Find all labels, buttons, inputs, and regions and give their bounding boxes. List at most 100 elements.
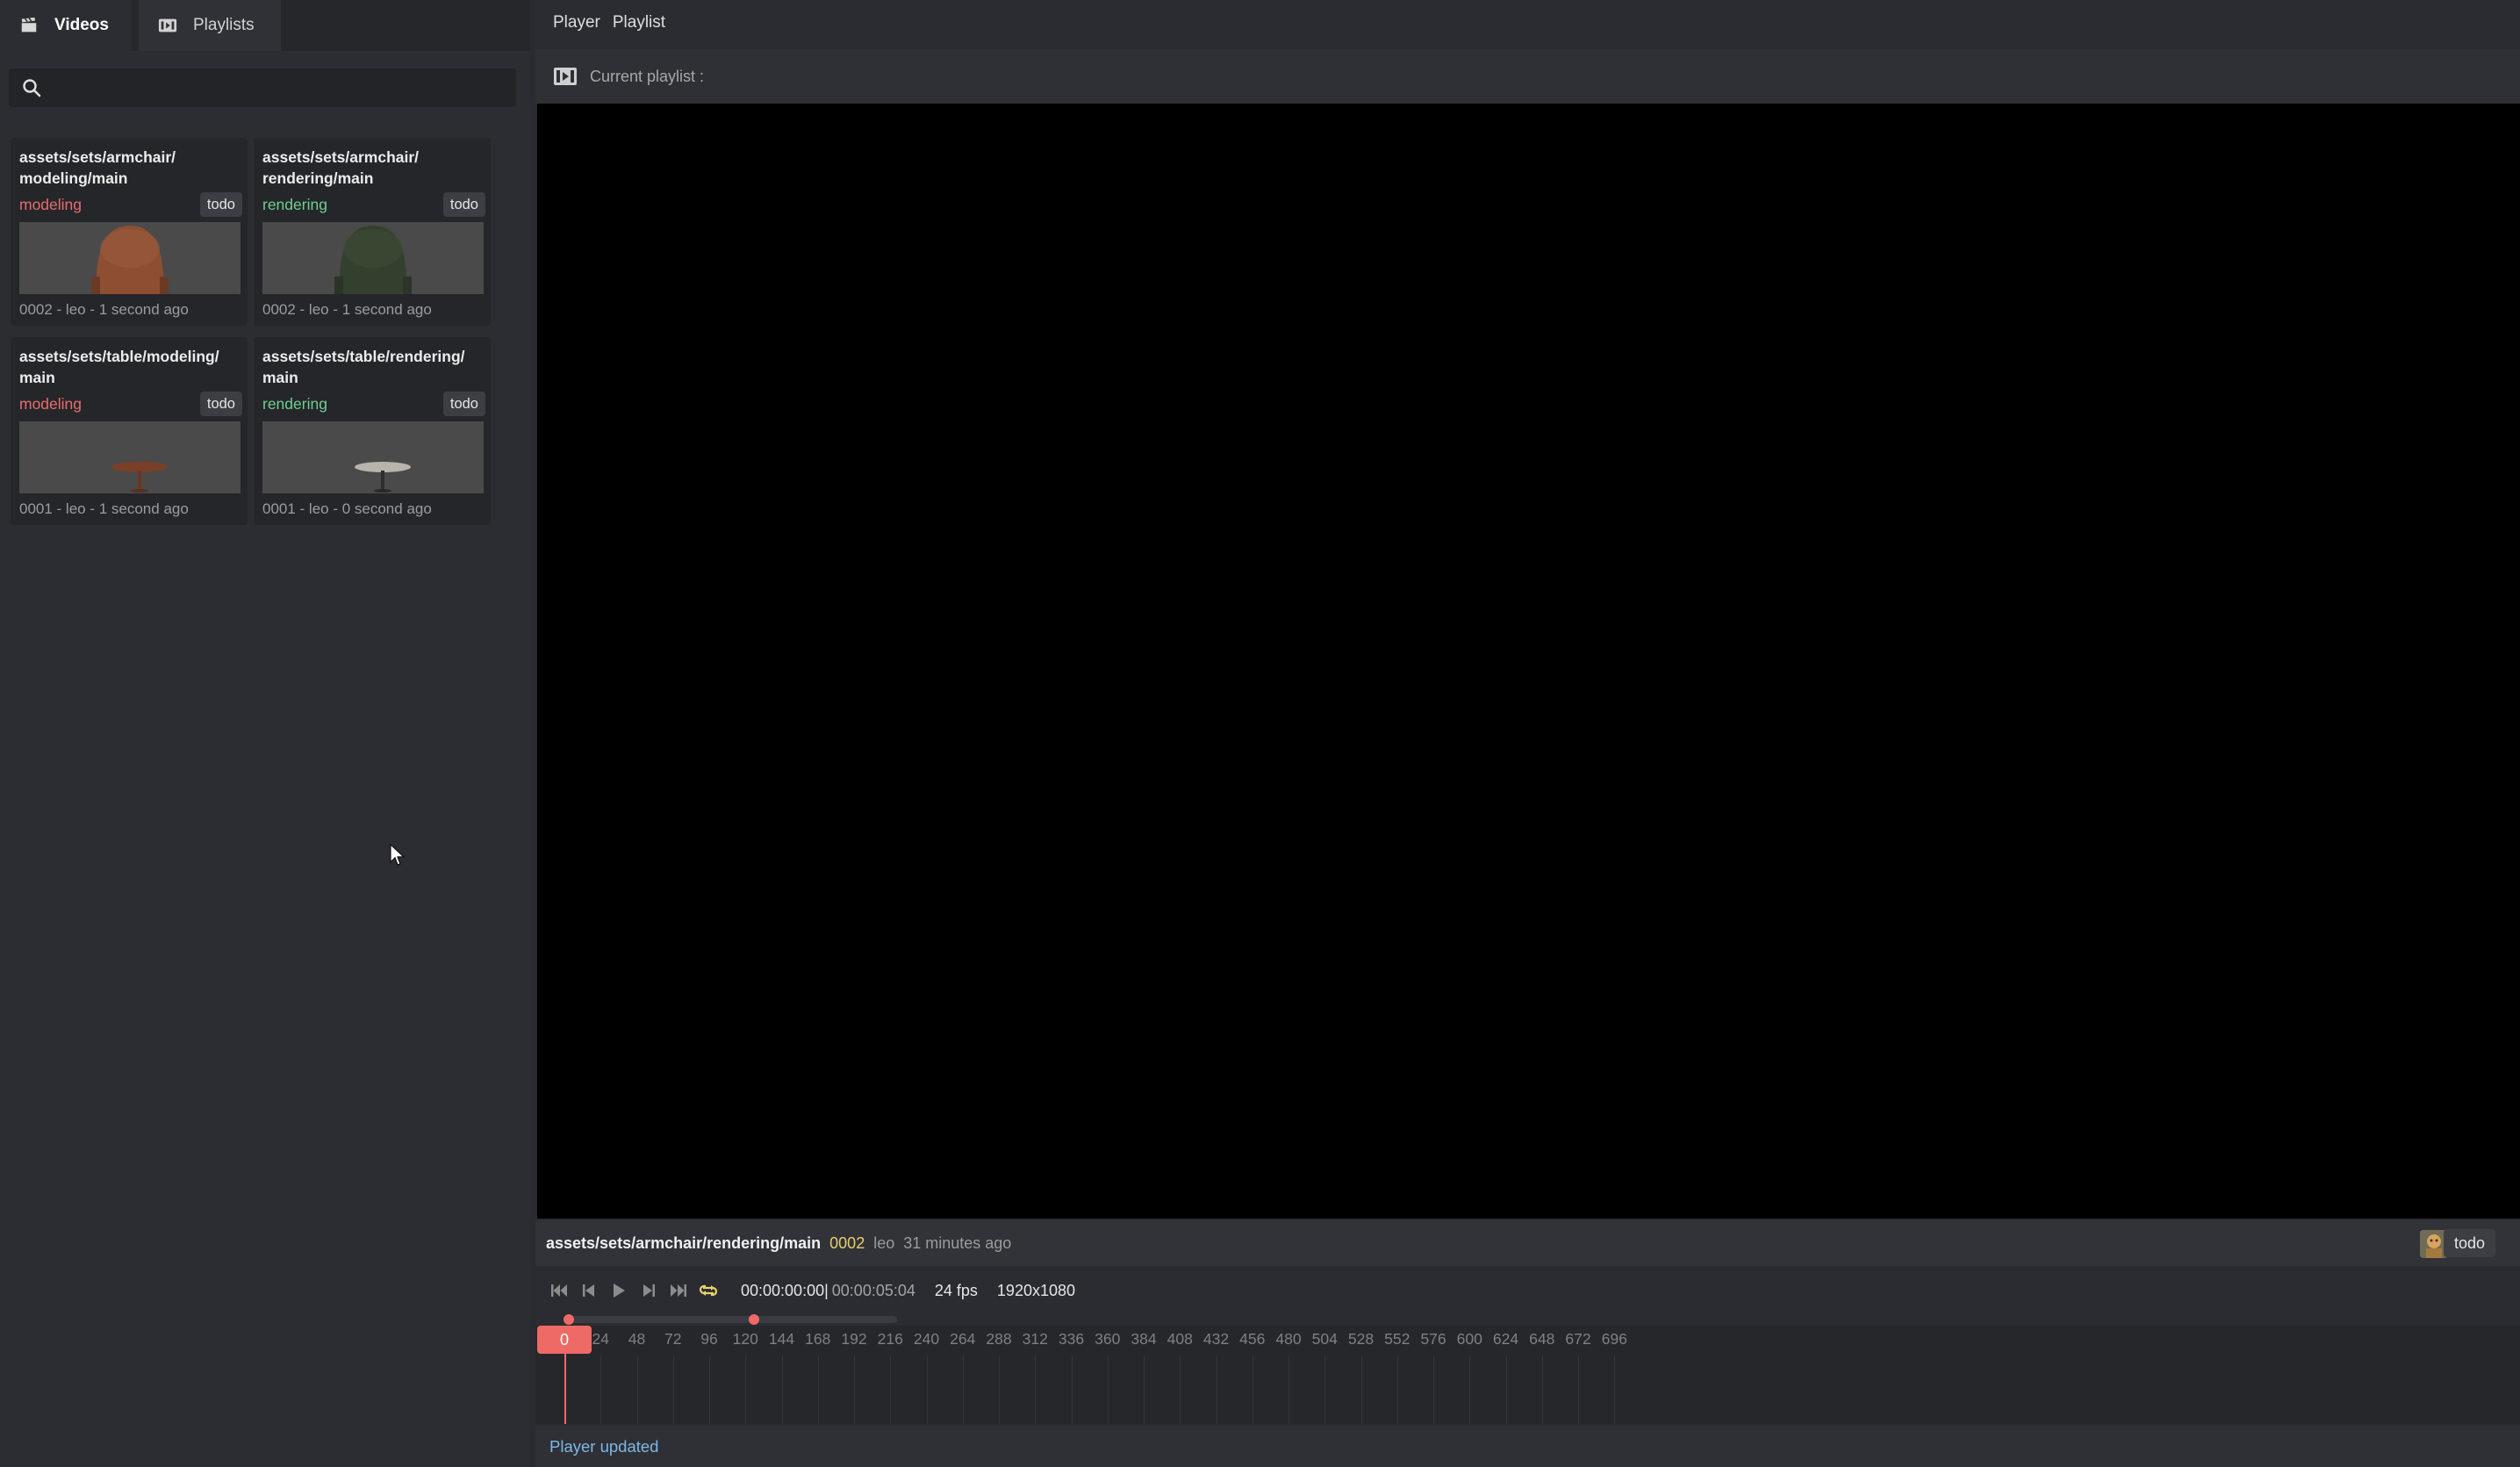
timeline-grid-line	[962, 1356, 964, 1424]
entity-info-bar: assets/sets/armchair/rendering/main 0002…	[535, 1220, 2520, 1266]
card-title: assets/sets/table/modeling/ main	[19, 348, 219, 386]
revision-time: 31 minutes ago	[903, 1233, 1012, 1252]
timeline-tick-label: 120	[732, 1330, 758, 1348]
clapperboard-icon	[21, 17, 37, 32]
armchair-thumbnail	[262, 222, 484, 294]
timeline-tick-label: 648	[1529, 1330, 1555, 1348]
status-badge[interactable]: todo	[2443, 1229, 2495, 1257]
search-input[interactable]	[9, 68, 516, 107]
tab-videos-label: Videos	[54, 16, 109, 34]
card-meta: 0001 - leo - 1 second ago	[19, 500, 189, 517]
timeline-grid-line	[1361, 1356, 1362, 1424]
card-title: assets/sets/armchair/ rendering/main	[262, 148, 420, 187]
resolution-label: 1920x1080	[996, 1281, 1076, 1299]
timeline-tick-label: 528	[1347, 1330, 1375, 1348]
timeline-tick-label: 288	[986, 1330, 1012, 1348]
current-timecode: 00:00:00:00	[741, 1281, 825, 1299]
first-frame-icon[interactable]	[549, 1281, 569, 1300]
timeline-grid-line	[1469, 1356, 1471, 1424]
card-thumbnail	[19, 222, 241, 294]
play-icon[interactable]	[609, 1281, 628, 1300]
card-meta: 0001 - leo - 0 second ago	[262, 500, 432, 517]
timeline-ruler: 24 48 72 96 120 144 168 192 216 240 264 288 312 336 36…	[535, 1326, 2520, 1354]
timeline-tick-label: 576	[1420, 1330, 1447, 1348]
mouse-cursor-icon	[390, 843, 406, 866]
playhead-line	[564, 1354, 566, 1424]
timeline-grid-line	[890, 1356, 892, 1424]
revision-number: 0002	[829, 1233, 865, 1252]
player-panel: Player Playlist Current playlist : asset…	[535, 0, 2520, 1467]
card-meta: 0002 - leo - 1 second ago	[262, 301, 432, 318]
card-status-badge: todo	[199, 392, 242, 416]
previous-frame-icon[interactable]	[579, 1281, 599, 1300]
timeline-grid-line	[926, 1356, 928, 1424]
playhead-frame[interactable]: 0	[537, 1326, 592, 1354]
tab-videos[interactable]: Videos	[0, 0, 132, 51]
timeline-grid-line	[1396, 1356, 1398, 1424]
timeline-grid-line	[1144, 1356, 1145, 1424]
armchair-thumbnail	[19, 222, 241, 294]
timeline-tick-label: 168	[805, 1330, 831, 1348]
timeline-grid-line	[1433, 1356, 1434, 1424]
video-viewport[interactable]	[537, 104, 2520, 1219]
status-bar: Player updated	[535, 1426, 2520, 1467]
frame-range-slider[interactable]	[564, 1314, 897, 1325]
card-title: assets/sets/table/rendering/ main	[262, 348, 465, 386]
timeline-grid-line	[1614, 1356, 1616, 1424]
timeline-grid-line	[1505, 1356, 1507, 1424]
current-playlist-label: Current playlist :	[590, 67, 705, 85]
timeline-grid-line	[817, 1356, 819, 1424]
last-frame-icon[interactable]	[669, 1281, 688, 1300]
playback-controls: 00:00:00:00 | 00:00:05:04 24 fps 1920x10…	[535, 1266, 2520, 1315]
timeline-grid-line	[1541, 1356, 1543, 1424]
loop-icon[interactable]	[699, 1281, 718, 1300]
card-task: modeling	[19, 395, 83, 413]
timeline-grid-line	[1035, 1356, 1037, 1424]
timeline-grid-line	[1107, 1356, 1109, 1424]
video-card-armchair-modeling[interactable]: assets/sets/armchair/ modeling/main mode…	[11, 138, 248, 326]
card-thumbnail	[262, 421, 484, 493]
timeline-tick-label: 552	[1384, 1330, 1411, 1348]
timeline-tick-label: 384	[1131, 1330, 1157, 1348]
next-frame-icon[interactable]	[639, 1281, 658, 1300]
range-end-handle[interactable]	[749, 1314, 760, 1325]
card-title: assets/sets/armchair/ modeling/main	[19, 148, 176, 187]
timecode-separator: |	[824, 1281, 829, 1299]
card-task: rendering	[262, 395, 327, 413]
card-status-badge: todo	[199, 192, 242, 217]
search-icon	[23, 79, 41, 97]
playlist-icon	[554, 68, 577, 85]
timeline-tick-label: 408	[1167, 1330, 1193, 1348]
tab-playlists[interactable]: Playlists	[139, 0, 281, 51]
timeline-tick-label: 144	[768, 1330, 795, 1348]
timeline-tick-label: 240	[913, 1330, 940, 1348]
timeline-tick-label: 480	[1275, 1330, 1302, 1348]
menu-playlist[interactable]: Playlist	[613, 13, 665, 32]
app-window: Videos Playlists assets/sets/armchair/ m…	[0, 0, 2520, 1467]
menu-player[interactable]: Player	[553, 13, 600, 32]
menu-bar: Player Playlist	[535, 0, 2520, 46]
status-message: Player updated	[549, 1436, 659, 1456]
timeline-tick-label: 600	[1456, 1330, 1483, 1348]
tab-playlists-label: Playlists	[193, 16, 255, 34]
timeline-grid-line	[1180, 1356, 1181, 1424]
timeline-tick-label: 72	[664, 1330, 682, 1348]
table-thumbnail	[262, 421, 484, 493]
video-card-armchair-rendering[interactable]: assets/sets/armchair/ rendering/main ren…	[254, 138, 491, 326]
range-start-handle[interactable]	[564, 1314, 574, 1325]
timeline-tick-label: 24	[592, 1330, 609, 1348]
video-card-table-rendering[interactable]: assets/sets/table/rendering/ main render…	[254, 337, 491, 525]
timeline-tick-label: 696	[1601, 1330, 1627, 1348]
tab-bar: Videos Playlists	[0, 0, 530, 51]
timeline-grid-line	[999, 1356, 1000, 1424]
timeline[interactable]: 24 48 72 96 120 144 168 192 216 240 264 288 312 336 36…	[535, 1326, 2520, 1424]
timeline-grid-line	[1071, 1356, 1073, 1424]
left-panel: Videos Playlists assets/sets/armchair/ m…	[0, 0, 530, 1467]
video-card-table-modeling[interactable]: assets/sets/table/modeling/ main modelin…	[11, 337, 248, 525]
timeline-grid-line	[600, 1356, 602, 1424]
timeline-grid-line	[636, 1356, 638, 1424]
card-status-badge: todo	[442, 192, 485, 217]
timeline-grid-line	[854, 1356, 855, 1424]
card-task: modeling	[19, 196, 83, 213]
playlist-icon	[158, 18, 177, 32]
